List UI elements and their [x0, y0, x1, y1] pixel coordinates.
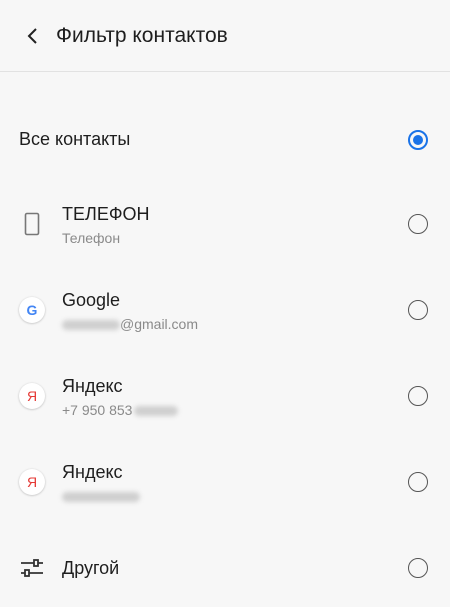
- account-title: Яндекс: [62, 462, 123, 482]
- account-subtitle: +7 950 853: [62, 401, 179, 419]
- account-other[interactable]: Другой: [0, 548, 450, 588]
- sliders-icon: [16, 552, 48, 584]
- yandex-icon: Я: [16, 466, 48, 498]
- google-glyph: G: [26, 302, 38, 318]
- yandex-icon: Я: [16, 380, 48, 412]
- all-contacts-label: Все контакты: [19, 129, 131, 149]
- account-subtitle: [62, 487, 140, 505]
- account-subtitle: Телефон: [62, 230, 121, 246]
- all-contacts-radio[interactable]: [408, 130, 428, 150]
- account-google[interactable]: G Google @gmail.com: [0, 282, 450, 338]
- chevron-left-icon: [27, 28, 37, 44]
- phone-icon: [16, 208, 48, 240]
- account-title: ТЕЛЕФОН: [62, 204, 150, 224]
- google-icon: G: [16, 294, 48, 326]
- account-phone[interactable]: ТЕЛЕФОН Телефон: [0, 196, 450, 252]
- yandex-glyph: Я: [26, 474, 38, 490]
- account-yandex-2-radio[interactable]: [408, 472, 428, 492]
- account-yandex-1[interactable]: Я Яндекс +7 950 853: [0, 368, 450, 424]
- all-contacts-option[interactable]: Все контакты: [0, 120, 450, 160]
- account-title: Яндекс: [62, 376, 123, 396]
- redacted-text: [62, 320, 120, 331]
- account-title: Google: [62, 290, 121, 310]
- page-title: Фильтр контактов: [56, 24, 228, 47]
- account-other-radio[interactable]: [408, 558, 428, 578]
- account-google-radio[interactable]: [408, 300, 428, 320]
- account-yandex-1-radio[interactable]: [408, 386, 428, 406]
- account-subtitle: @gmail.com: [62, 315, 198, 333]
- account-phone-radio[interactable]: [408, 214, 428, 234]
- redacted-text: [62, 492, 140, 503]
- yandex-glyph: Я: [26, 388, 38, 404]
- account-yandex-2[interactable]: Я Яндекс: [0, 454, 450, 510]
- redacted-text: [134, 406, 179, 417]
- back-button[interactable]: [18, 22, 46, 50]
- app-bar: Фильтр контактов: [0, 0, 450, 72]
- account-title: Другой: [62, 558, 120, 578]
